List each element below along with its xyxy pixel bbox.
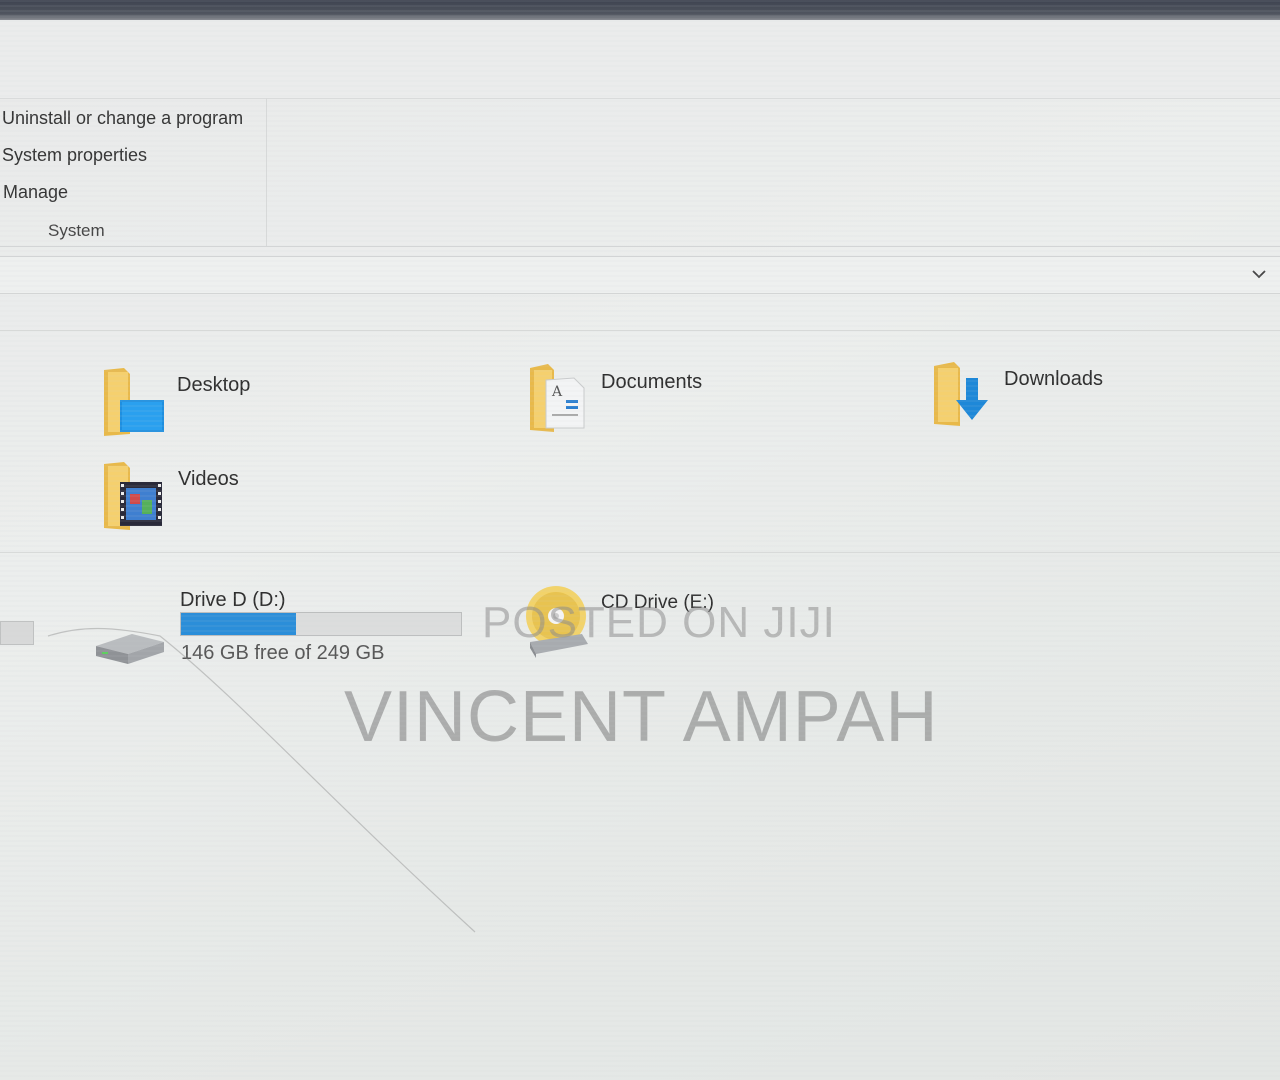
watermark-name: VINCENT AMPAH <box>344 677 939 757</box>
screen-bezel <box>0 0 1280 20</box>
system-properties-button[interactable]: System properties <box>2 145 147 166</box>
chevron-down-icon[interactable] <box>1250 265 1268 283</box>
documents-folder-icon: A <box>530 364 585 432</box>
ribbon-top <box>0 20 1280 99</box>
drive-d-usage-fill <box>181 613 296 635</box>
drive-d-usage-bar <box>180 612 462 636</box>
folder-desktop[interactable]: Desktop <box>100 366 400 446</box>
drive-d-label[interactable]: Drive D (D:) <box>180 589 286 612</box>
drives-section-divider <box>0 552 1280 553</box>
manage-button[interactable]: Manage <box>3 182 68 203</box>
ribbon-group-label: System <box>48 221 105 240</box>
svg-text:A: A <box>551 384 563 400</box>
folder-videos[interactable]: Videos <box>100 460 400 540</box>
drive-d-free-space: 146 GB free of 249 GB <box>181 642 385 664</box>
folders-section-divider <box>0 330 1280 331</box>
folder-label: Documents <box>601 371 703 393</box>
uninstall-program-button[interactable]: Uninstall or change a program <box>2 108 243 129</box>
folder-documents[interactable]: A Documents <box>528 362 828 442</box>
folder-label: Videos <box>178 468 239 490</box>
downloads-folder-icon <box>934 362 988 426</box>
folder-downloads[interactable]: Downloads <box>932 360 1232 440</box>
hard-drive-icon <box>96 634 164 664</box>
watermark-posted: POSTED ON JIJI <box>482 598 836 647</box>
folder-label: Desktop <box>177 374 251 396</box>
videos-folder-icon <box>104 462 162 530</box>
folder-label: Downloads <box>1004 368 1103 390</box>
desktop-folder-icon <box>104 368 164 436</box>
ribbon-divider <box>0 246 1280 247</box>
address-bar[interactable] <box>0 256 1280 294</box>
partial-drive-bar <box>0 621 34 645</box>
